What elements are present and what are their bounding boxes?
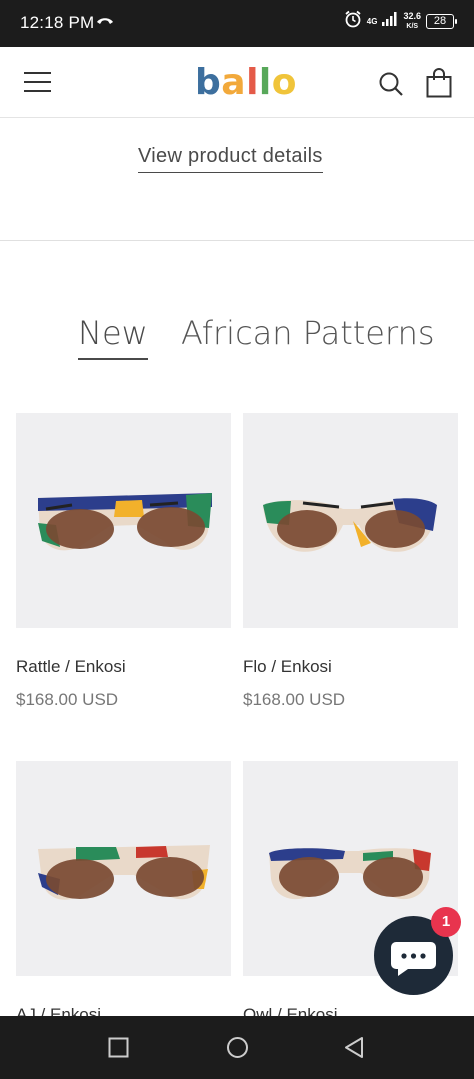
logo-letter: b bbox=[195, 62, 222, 103]
product-price: $168.00 USD bbox=[243, 690, 346, 709]
square-recents-icon[interactable] bbox=[108, 1037, 129, 1063]
tab-new[interactable]: New bbox=[78, 314, 148, 360]
status-bar: 12:18 PM 4G 32.6 K/S 28 bbox=[0, 0, 474, 47]
battery-indicator: 28 bbox=[426, 14, 457, 29]
alarm-icon bbox=[344, 10, 362, 33]
logo-letter: l bbox=[246, 62, 259, 103]
product-image[interactable] bbox=[16, 413, 231, 628]
logo-letter: a bbox=[221, 62, 247, 103]
product-card[interactable]: Rattle / Enkosi $168.00 USD bbox=[16, 413, 231, 709]
site-logo[interactable]: ballo ballo bbox=[195, 62, 297, 103]
triangle-back-icon[interactable] bbox=[343, 1036, 365, 1064]
section-divider bbox=[0, 240, 474, 241]
signal-icon bbox=[382, 12, 398, 31]
logo-letter: o bbox=[271, 62, 297, 103]
hamburger-menu-icon[interactable] bbox=[24, 72, 51, 92]
product-image[interactable] bbox=[243, 413, 458, 628]
network-type: 4G bbox=[366, 17, 378, 26]
product-card[interactable]: AJ / Enkosi bbox=[16, 761, 231, 1024]
product-image[interactable] bbox=[16, 761, 231, 976]
product-price: $168.00 USD bbox=[16, 690, 119, 709]
product-name[interactable]: Rattle / Enkosi bbox=[16, 657, 126, 677]
network-speed: 32.6 K/S bbox=[403, 12, 421, 31]
product-name[interactable]: Flo / Enkosi bbox=[243, 657, 332, 677]
chat-notification-badge: 1 bbox=[431, 907, 461, 937]
shopping-bag-icon[interactable] bbox=[426, 68, 452, 103]
tab-african-patterns[interactable]: African Patterns bbox=[181, 314, 435, 352]
product-card[interactable]: Flo / Enkosi $168.00 USD bbox=[243, 413, 458, 709]
view-product-details-link[interactable]: View product details bbox=[138, 145, 323, 173]
circle-home-icon[interactable] bbox=[226, 1036, 249, 1064]
call-icon bbox=[96, 14, 114, 33]
site-header: ballo ballo bbox=[0, 47, 474, 118]
speed-value: 32.6 bbox=[403, 11, 421, 21]
logo-letter: l bbox=[258, 62, 272, 103]
search-icon[interactable] bbox=[378, 71, 404, 102]
speed-unit: K/S bbox=[406, 23, 419, 30]
status-time: 12:18 PM bbox=[20, 13, 95, 32]
android-navigation-bar bbox=[0, 1016, 474, 1079]
